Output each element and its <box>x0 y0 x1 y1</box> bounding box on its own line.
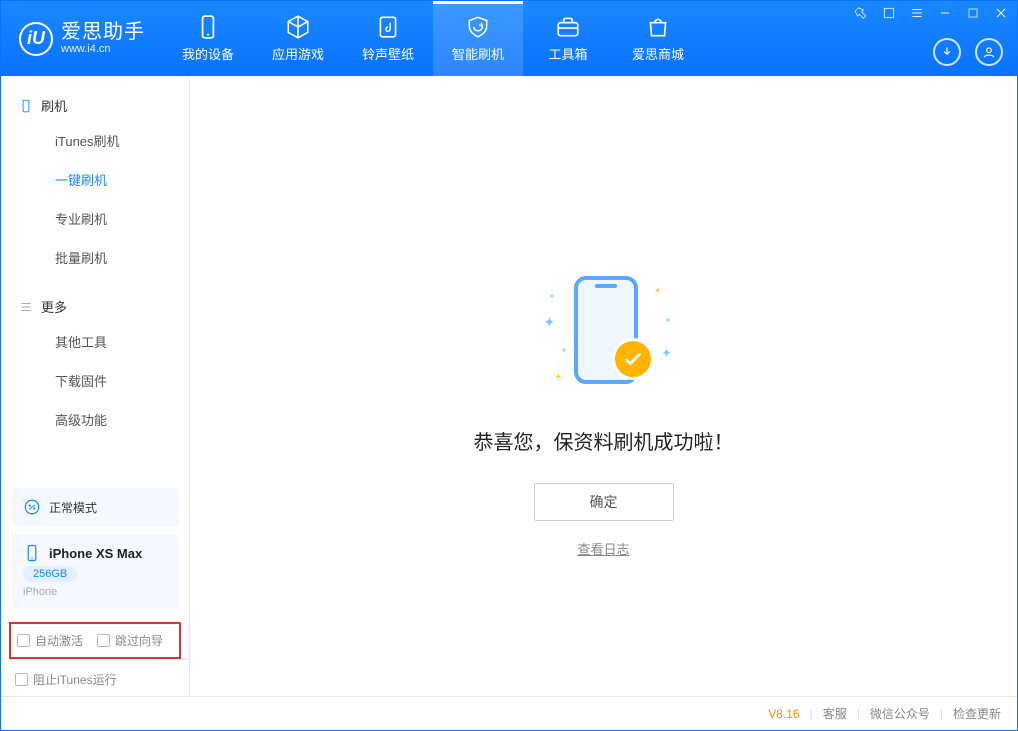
nav-smart-flash[interactable]: 智能刷机 <box>433 1 523 76</box>
confirm-button[interactable]: 确定 <box>534 483 674 521</box>
checkbox-icon <box>97 634 110 647</box>
user-icon <box>982 45 996 59</box>
dot-icon <box>666 318 670 322</box>
version-label: V8.16 <box>768 707 799 721</box>
sidebar: 刷机 iTunes刷机 一键刷机 专业刷机 批量刷机 更多 其他工具 下载固件 … <box>1 76 190 696</box>
nav-toolbox[interactable]: 工具箱 <box>523 1 613 76</box>
mode-icon <box>23 498 41 516</box>
sparkle-icon: + <box>556 372 562 383</box>
checkbox-label: 阻止iTunes运行 <box>33 671 117 688</box>
phone-icon <box>195 14 221 40</box>
device-name: iPhone XS Max <box>49 546 142 561</box>
nav-label: 铃声壁纸 <box>362 44 414 63</box>
bag-icon <box>645 14 671 40</box>
sidebar-item-itunes-flash[interactable]: iTunes刷机 <box>1 121 189 160</box>
sidebar-item-advanced[interactable]: 高级功能 <box>1 400 189 439</box>
success-text: 恭喜您，保资料刷机成功啦！ <box>474 426 734 455</box>
checkbox-label: 跳过向导 <box>115 632 163 649</box>
main-panel: ✦ ✦ + ✦ 恭喜您，保资料刷机成功啦！ 确定 查看日志 <box>190 76 1017 696</box>
window-controls <box>853 5 1009 21</box>
header: iU 爱思助手 www.i4.cn 我的设备 应用游戏 铃声壁纸 智能刷机 <box>1 1 1017 76</box>
dot-icon <box>562 348 566 352</box>
section-title: 刷机 <box>41 96 67 115</box>
nav-ringtones-wallpapers[interactable]: 铃声壁纸 <box>343 1 433 76</box>
sparkle-icon: ✦ <box>544 314 556 331</box>
toolbox-icon <box>555 14 581 40</box>
menu-icon[interactable] <box>909 5 925 21</box>
dot-icon <box>550 294 554 298</box>
nav-my-device[interactable]: 我的设备 <box>163 1 253 76</box>
close-icon[interactable] <box>993 5 1009 21</box>
support-link[interactable]: 客服 <box>823 705 847 722</box>
checkbox-block-itunes[interactable]: 阻止iTunes运行 <box>15 671 175 688</box>
mode-label: 正常模式 <box>49 499 97 516</box>
top-nav: 我的设备 应用游戏 铃声壁纸 智能刷机 工具箱 爱思商城 <box>163 1 703 76</box>
sparkle-icon: ✦ <box>654 286 662 297</box>
sidebar-section-more: 更多 其他工具 下载固件 高级功能 <box>1 277 189 439</box>
checkbox-skip-guide[interactable]: 跳过向导 <box>97 632 163 649</box>
sparkle-icon: ✦ <box>662 346 672 360</box>
checkbox-icon <box>15 673 28 686</box>
account-button[interactable] <box>975 38 1003 66</box>
phone-icon <box>23 544 41 562</box>
app-window: iU 爱思助手 www.i4.cn 我的设备 应用游戏 铃声壁纸 智能刷机 <box>0 0 1018 731</box>
view-log-link[interactable]: 查看日志 <box>577 539 629 558</box>
cube-icon <box>285 14 311 40</box>
feedback-icon[interactable] <box>853 5 869 21</box>
minimize-icon[interactable] <box>937 5 953 21</box>
nav-label: 智能刷机 <box>452 44 504 63</box>
device-box[interactable]: iPhone XS Max 256GB iPhone <box>11 534 179 608</box>
sidebar-footer: 阻止iTunes运行 <box>1 663 189 696</box>
device-type: iPhone <box>23 586 167 598</box>
skin-icon[interactable] <box>881 5 897 21</box>
nav-label: 工具箱 <box>548 44 587 63</box>
sidebar-item-download-fw[interactable]: 下载固件 <box>1 361 189 400</box>
list-icon <box>19 300 33 314</box>
header-right-actions <box>933 38 1003 66</box>
check-update-link[interactable]: 检查更新 <box>953 705 1001 722</box>
app-domain: www.i4.cn <box>61 43 145 55</box>
download-icon <box>940 45 954 59</box>
section-title: 更多 <box>41 297 67 316</box>
check-badge-icon <box>612 338 654 380</box>
logo-icon: iU <box>19 22 53 56</box>
sidebar-section-flash: 刷机 iTunes刷机 一键刷机 专业刷机 批量刷机 <box>1 76 189 277</box>
checkbox-auto-activate[interactable]: 自动激活 <box>17 632 83 649</box>
options-highlight: 自动激活 跳过向导 <box>9 622 181 659</box>
checkbox-label: 自动激活 <box>35 632 83 649</box>
sidebar-item-pro-flash[interactable]: 专业刷机 <box>1 199 189 238</box>
logo: iU 爱思助手 www.i4.cn <box>1 21 163 55</box>
sidebar-item-batch-flash[interactable]: 批量刷机 <box>1 238 189 277</box>
footer: V8.16 | 客服 | 微信公众号 | 检查更新 <box>1 696 1017 730</box>
checkbox-icon <box>17 634 30 647</box>
shield-refresh-icon <box>465 14 491 40</box>
nav-label: 应用游戏 <box>272 44 324 63</box>
success-illustration: ✦ ✦ + ✦ <box>514 276 694 406</box>
footer-right: V8.16 | 客服 | 微信公众号 | 检查更新 <box>768 705 1001 722</box>
sidebar-header-flash: 刷机 <box>1 90 189 121</box>
mode-box[interactable]: 正常模式 <box>11 488 179 526</box>
sidebar-item-oneclick-flash[interactable]: 一键刷机 <box>1 160 189 199</box>
nav-apps-games[interactable]: 应用游戏 <box>253 1 343 76</box>
sidebar-header-more: 更多 <box>1 291 189 322</box>
wechat-link[interactable]: 微信公众号 <box>870 705 930 722</box>
nav-store[interactable]: 爱思商城 <box>613 1 703 76</box>
maximize-icon[interactable] <box>965 5 981 21</box>
success-area: ✦ ✦ + ✦ 恭喜您，保资料刷机成功啦！ 确定 查看日志 <box>474 276 734 558</box>
body: 刷机 iTunes刷机 一键刷机 专业刷机 批量刷机 更多 其他工具 下载固件 … <box>1 76 1017 696</box>
music-file-icon <box>375 14 401 40</box>
download-button[interactable] <box>933 38 961 66</box>
nav-label: 我的设备 <box>182 44 234 63</box>
nav-label: 爱思商城 <box>632 44 684 63</box>
app-name: 爱思助手 <box>61 21 145 43</box>
sidebar-item-other-tools[interactable]: 其他工具 <box>1 322 189 361</box>
device-icon <box>19 99 33 113</box>
device-capacity: 256GB <box>23 566 77 582</box>
